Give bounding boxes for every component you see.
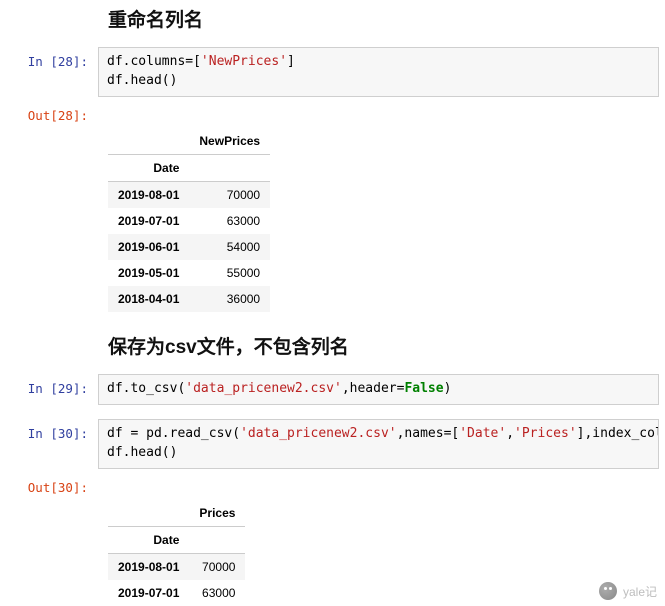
row-value: 55000	[189, 260, 270, 286]
code-28[interactable]: df.columns=['NewPrices'] df.head()	[98, 47, 659, 97]
prompt-out-30: Out[30]:	[0, 473, 98, 497]
code-text: )	[444, 381, 452, 396]
code-string: 'data_pricenew2.csv'	[185, 381, 342, 396]
code-string: 'NewPrices'	[201, 54, 287, 69]
prompt-in-28: In [28]:	[0, 47, 98, 71]
code-text: df.to_csv(	[107, 381, 185, 396]
table-row: 2019-06-0154000	[108, 234, 270, 260]
row-value: 70000	[189, 554, 245, 581]
cell-30-output-prompt: Out[30]:	[0, 473, 665, 497]
index-name: Date	[108, 527, 189, 554]
row-index: 2019-06-01	[108, 234, 189, 260]
prompt-in-29: In [29]:	[0, 374, 98, 398]
col-header: Prices	[189, 500, 245, 527]
code-text: df = pd.read_csv(	[107, 426, 240, 441]
row-index: 2019-08-01	[108, 182, 189, 209]
cell-29-input: In [29]: df.to_csv('data_pricenew2.csv',…	[0, 374, 665, 405]
watermark: yale记	[599, 582, 657, 600]
watermark-text: yale记	[623, 583, 657, 600]
row-value: 70000	[189, 182, 270, 209]
code-string: 'Prices'	[514, 426, 577, 441]
code-text: df.columns=[	[107, 54, 201, 69]
table-row: 2019-07-0163000	[108, 580, 245, 606]
row-index: 2018-04-01	[108, 286, 189, 312]
blank	[189, 155, 270, 182]
wechat-icon	[599, 582, 617, 600]
col-header: NewPrices	[189, 128, 270, 155]
table-row: 2019-05-0155000	[108, 260, 270, 286]
table-row: 2018-04-0136000	[108, 286, 270, 312]
cell-28-input: In [28]: df.columns=['NewPrices'] df.hea…	[0, 47, 665, 97]
output-28: NewPrices Date 2019-08-0170000 2019-07-0…	[0, 128, 665, 312]
code-string: 'data_pricenew2.csv'	[240, 426, 397, 441]
heading-rename-columns: 重命名列名	[108, 5, 665, 32]
row-value: 54000	[189, 234, 270, 260]
row-index: 2019-07-01	[108, 208, 189, 234]
row-index: 2019-05-01	[108, 260, 189, 286]
dataframe-28: NewPrices Date 2019-08-0170000 2019-07-0…	[108, 128, 270, 312]
row-value: 36000	[189, 286, 270, 312]
table-row: 2019-07-0163000	[108, 208, 270, 234]
table-row: 2019-08-0170000	[108, 182, 270, 209]
spacer	[0, 409, 665, 419]
row-index: 2019-07-01	[108, 580, 189, 606]
blank-corner	[108, 128, 189, 155]
blank	[189, 527, 245, 554]
prompt-in-30: In [30]:	[0, 419, 98, 443]
row-value: 63000	[189, 208, 270, 234]
blank-corner	[108, 500, 189, 527]
code-30[interactable]: df = pd.read_csv('data_pricenew2.csv',na…	[98, 419, 659, 469]
code-text: ,names=[	[397, 426, 460, 441]
code-bool: False	[404, 381, 443, 396]
code-29[interactable]: df.to_csv('data_pricenew2.csv',header=Fa…	[98, 374, 659, 405]
code-text: ,header=	[342, 381, 405, 396]
index-name: Date	[108, 155, 189, 182]
row-value: 63000	[189, 580, 245, 606]
table-row: 2019-08-0170000	[108, 554, 245, 581]
notebook: 重命名列名 In [28]: df.columns=['NewPrices'] …	[0, 5, 665, 606]
dataframe-30: Prices Date 2019-08-0170000 2019-07-0163…	[108, 500, 245, 606]
code-string: 'Date'	[459, 426, 506, 441]
cell-30-input: In [30]: df = pd.read_csv('data_pricenew…	[0, 419, 665, 469]
row-index: 2019-08-01	[108, 554, 189, 581]
output-30: Prices Date 2019-08-0170000 2019-07-0163…	[0, 500, 665, 606]
heading-save-csv: 保存为csv文件，不包含列名	[108, 332, 665, 359]
cell-28-output-prompt: Out[28]:	[0, 101, 665, 125]
prompt-out-28: Out[28]:	[0, 101, 98, 125]
code-text: ,	[506, 426, 514, 441]
